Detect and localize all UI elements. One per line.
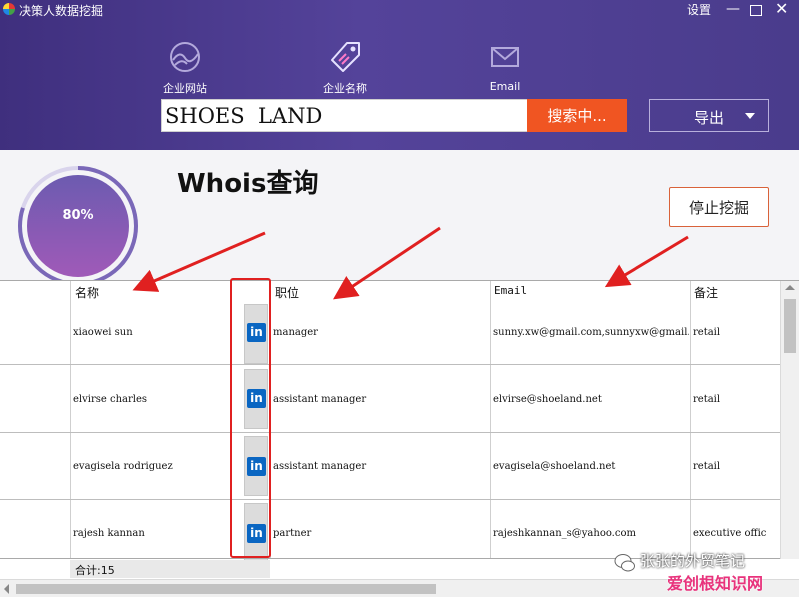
tab-email-label: Email bbox=[489, 80, 521, 93]
linkedin-button[interactable]: in bbox=[244, 304, 268, 364]
header-position[interactable]: 职位 bbox=[275, 284, 299, 301]
cell-email: elvirse@shoeland.net bbox=[493, 394, 602, 405]
settings-button[interactable]: 设置 bbox=[687, 1, 711, 18]
column-divider bbox=[690, 281, 691, 558]
search-input[interactable] bbox=[161, 99, 528, 132]
minimize-button[interactable]: — bbox=[726, 1, 740, 17]
scroll-left-icon[interactable] bbox=[4, 584, 9, 594]
horizontal-scrollbar[interactable] bbox=[0, 579, 799, 597]
cell-email: rajeshkannan_s@yahoo.com bbox=[493, 528, 636, 539]
window-title: 决策人数据挖掘 bbox=[19, 4, 104, 18]
globe-icon bbox=[170, 42, 200, 72]
app-header: 决策人数据挖掘 设置 — ✕ 企业网站 企业名称 Email 搜索中... 导出 bbox=[0, 0, 799, 150]
column-divider bbox=[490, 281, 491, 558]
cell-name: evagisela rodriguez bbox=[73, 461, 173, 472]
page-title: Whois查询 bbox=[177, 169, 319, 199]
stop-mining-button[interactable]: 停止挖掘 bbox=[669, 187, 769, 227]
linkedin-icon: in bbox=[247, 457, 266, 476]
footer-divider bbox=[0, 558, 780, 559]
row-divider bbox=[0, 499, 780, 500]
progress-percent: 80% bbox=[62, 208, 94, 223]
header-note[interactable]: 备注 bbox=[694, 284, 718, 301]
row-divider bbox=[0, 432, 780, 433]
chevron-down-icon bbox=[745, 113, 755, 119]
vertical-scrollbar[interactable] bbox=[780, 281, 799, 559]
title-bar: 决策人数据挖掘 设置 — ✕ bbox=[0, 0, 799, 22]
search-button[interactable]: 搜索中... bbox=[527, 99, 627, 132]
cell-note: retail bbox=[693, 327, 721, 338]
column-divider bbox=[270, 281, 271, 558]
cell-note: retail bbox=[693, 461, 721, 472]
linkedin-button[interactable]: in bbox=[244, 436, 268, 496]
mail-icon bbox=[491, 47, 519, 67]
linkedin-button[interactable]: in bbox=[244, 369, 268, 429]
linkedin-button[interactable]: in bbox=[244, 503, 268, 563]
cell-email: sunny.xw@gmail.com,sunnyxw@gmail. bbox=[493, 327, 689, 338]
cell-position: assistant manager bbox=[273, 461, 367, 472]
tab-company-name[interactable]: 企业名称 bbox=[310, 40, 380, 95]
cell-name: elvirse charles bbox=[73, 394, 148, 405]
tab-company-name-label: 企业名称 bbox=[323, 82, 367, 95]
tab-website[interactable]: 企业网站 bbox=[150, 40, 220, 95]
maximize-button[interactable] bbox=[750, 5, 762, 16]
cell-email: evagisela@shoeland.net bbox=[493, 461, 616, 472]
cell-note: executive offic bbox=[693, 528, 767, 539]
tag-icon bbox=[331, 42, 360, 72]
export-dropdown[interactable]: 导出 bbox=[649, 99, 769, 132]
scroll-up-icon[interactable] bbox=[785, 285, 795, 290]
scrollbar-thumb[interactable] bbox=[784, 299, 796, 353]
header-email[interactable]: Email bbox=[494, 284, 527, 297]
row-divider bbox=[0, 364, 780, 365]
cell-note: retail bbox=[693, 394, 721, 405]
column-divider bbox=[70, 281, 71, 558]
tab-website-label: 企业网站 bbox=[163, 82, 207, 95]
linkedin-icon: in bbox=[247, 524, 266, 543]
linkedin-icon: in bbox=[247, 323, 266, 342]
total-count: 合计:15 bbox=[75, 564, 115, 577]
close-button[interactable]: ✕ bbox=[775, 1, 788, 17]
header-name[interactable]: 名称 bbox=[75, 284, 99, 301]
cell-position: partner bbox=[273, 528, 312, 539]
export-label: 导出 bbox=[694, 109, 725, 127]
cell-name: xiaowei sun bbox=[73, 327, 133, 338]
cell-name: rajesh kannan bbox=[73, 528, 145, 539]
app-logo-icon bbox=[3, 3, 15, 15]
progress-ring bbox=[18, 166, 138, 286]
linkedin-icon: in bbox=[247, 389, 266, 408]
cell-position: assistant manager bbox=[273, 394, 367, 405]
cell-position: manager bbox=[273, 327, 318, 338]
tab-email[interactable]: Email bbox=[470, 40, 540, 94]
scrollbar-thumb[interactable] bbox=[16, 584, 436, 594]
